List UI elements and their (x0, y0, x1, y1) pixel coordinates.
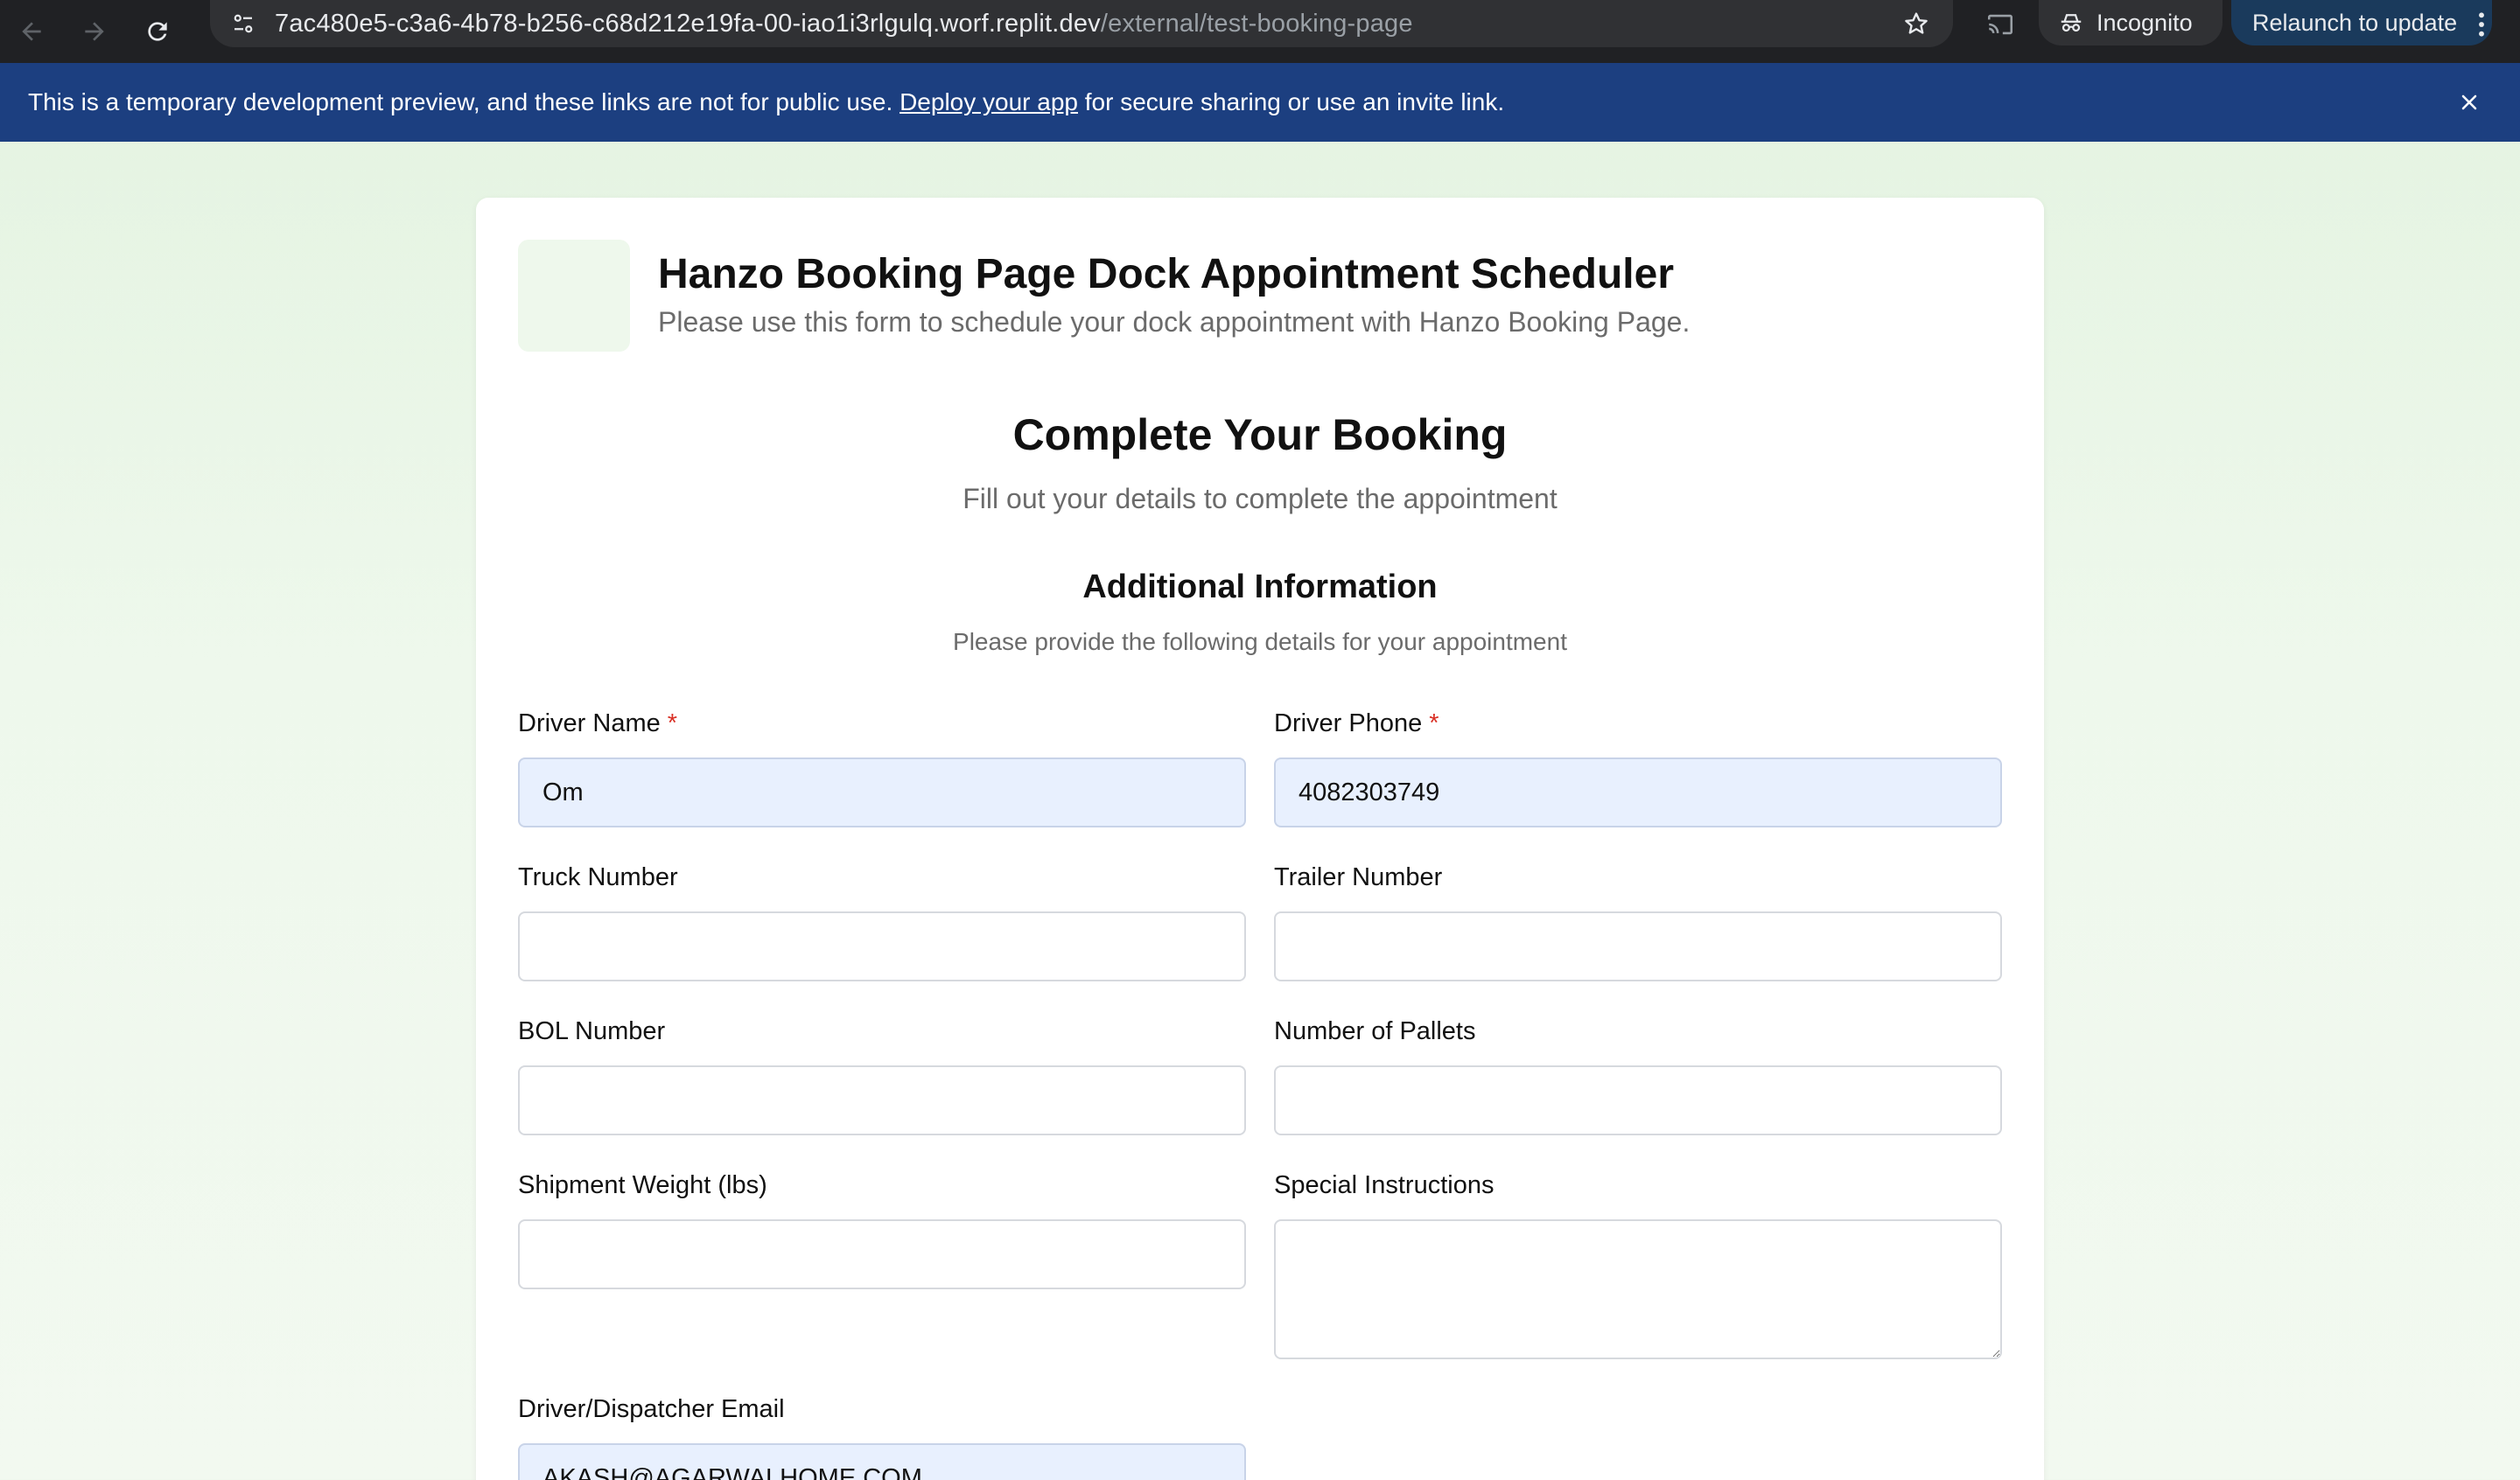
additional-info-heading: Additional Information (1082, 569, 1438, 605)
required-marker: * (1429, 709, 1439, 737)
url-text[interactable]: 7ac480e5-c3a6-4b78-b256-c68d212e19fa-00-… (275, 10, 1413, 38)
bol-number-input[interactable] (518, 1065, 1246, 1135)
bol-number-label: BOL Number (518, 1017, 666, 1045)
bookmark-button[interactable] (1899, 6, 1934, 41)
booking-card: Hanzo Booking Page Dock Appointment Sche… (476, 198, 2044, 1480)
booking-subheading: Fill out your details to complete the ap… (962, 483, 1558, 514)
page-title: Hanzo Booking Page Dock Appointment Sche… (658, 251, 1674, 297)
tune-icon (234, 14, 253, 33)
cast-icon (1987, 14, 2013, 35)
driver-phone-label: Driver Phone * (1274, 709, 1439, 738)
required-marker: * (667, 709, 678, 737)
booking-heading: Complete Your Booking (1012, 410, 1508, 459)
url-host: 7ac480e5-c3a6-4b78-b256-c68d212e19fa-00-… (275, 9, 1101, 38)
truck-number-input[interactable] (518, 911, 1246, 981)
weight-input[interactable] (518, 1219, 1246, 1289)
banner-close-button[interactable] (2454, 87, 2485, 118)
incognito-label: Incognito (2096, 9, 2193, 36)
trailer-number-label: Trailer Number (1274, 863, 1443, 891)
incognito-indicator[interactable]: Incognito (2039, 0, 2222, 45)
back-button[interactable] (0, 0, 63, 63)
driver-name-label: Driver Name * (518, 709, 677, 738)
close-icon (2461, 94, 2477, 110)
instructions-textarea[interactable] (1274, 1219, 2002, 1359)
trailer-number-input[interactable] (1274, 911, 2002, 981)
star-icon (1905, 12, 1928, 34)
email-label: Driver/Dispatcher Email (518, 1395, 785, 1423)
banner-text-before: This is a temporary development preview,… (28, 88, 900, 115)
reload-button[interactable] (126, 0, 189, 63)
reload-icon (148, 22, 167, 41)
company-logo (518, 240, 630, 352)
deploy-app-link[interactable]: Deploy your app (900, 88, 1078, 116)
url-path: /external/test-booking-page (1100, 9, 1413, 38)
driver-phone-label-text: Driver Phone (1274, 709, 1423, 737)
driver-phone-input[interactable] (1274, 757, 2002, 827)
site-info-button[interactable] (217, 0, 270, 47)
truck-number-label: Truck Number (518, 863, 678, 891)
driver-name-input[interactable] (518, 757, 1246, 827)
address-bar[interactable]: 7ac480e5-c3a6-4b78-b256-c68d212e19fa-00-… (210, 0, 1953, 47)
relaunch-label: Relaunch to update (2252, 9, 2458, 36)
browser-menu-button[interactable] (2466, 7, 2497, 42)
email-input[interactable] (518, 1443, 1246, 1480)
pallets-label: Number of Pallets (1274, 1017, 1476, 1045)
incognito-icon (2061, 14, 2082, 32)
dev-preview-banner: This is a temporary development preview,… (0, 63, 2520, 142)
instructions-label: Special Instructions (1274, 1171, 1494, 1199)
page-subtitle: Please use this form to schedule your do… (658, 306, 1690, 338)
relaunch-button[interactable]: Relaunch to update (2231, 0, 2492, 45)
cast-button[interactable] (1979, 7, 2021, 42)
weight-label: Shipment Weight (lbs) (518, 1171, 767, 1199)
pallets-input[interactable] (1274, 1065, 2002, 1135)
forward-button[interactable] (63, 0, 126, 63)
browser-toolbar: 7ac480e5-c3a6-4b78-b256-c68d212e19fa-00-… (0, 0, 2520, 63)
banner-text-after: for secure sharing or use an invite link… (1077, 88, 1505, 115)
arrow-right-icon (85, 22, 104, 41)
additional-info-subheading: Please provide the following details for… (953, 628, 1567, 655)
more-vert-icon (2479, 12, 2484, 37)
arrow-left-icon (22, 22, 41, 41)
driver-name-label-text: Driver Name (518, 709, 661, 737)
